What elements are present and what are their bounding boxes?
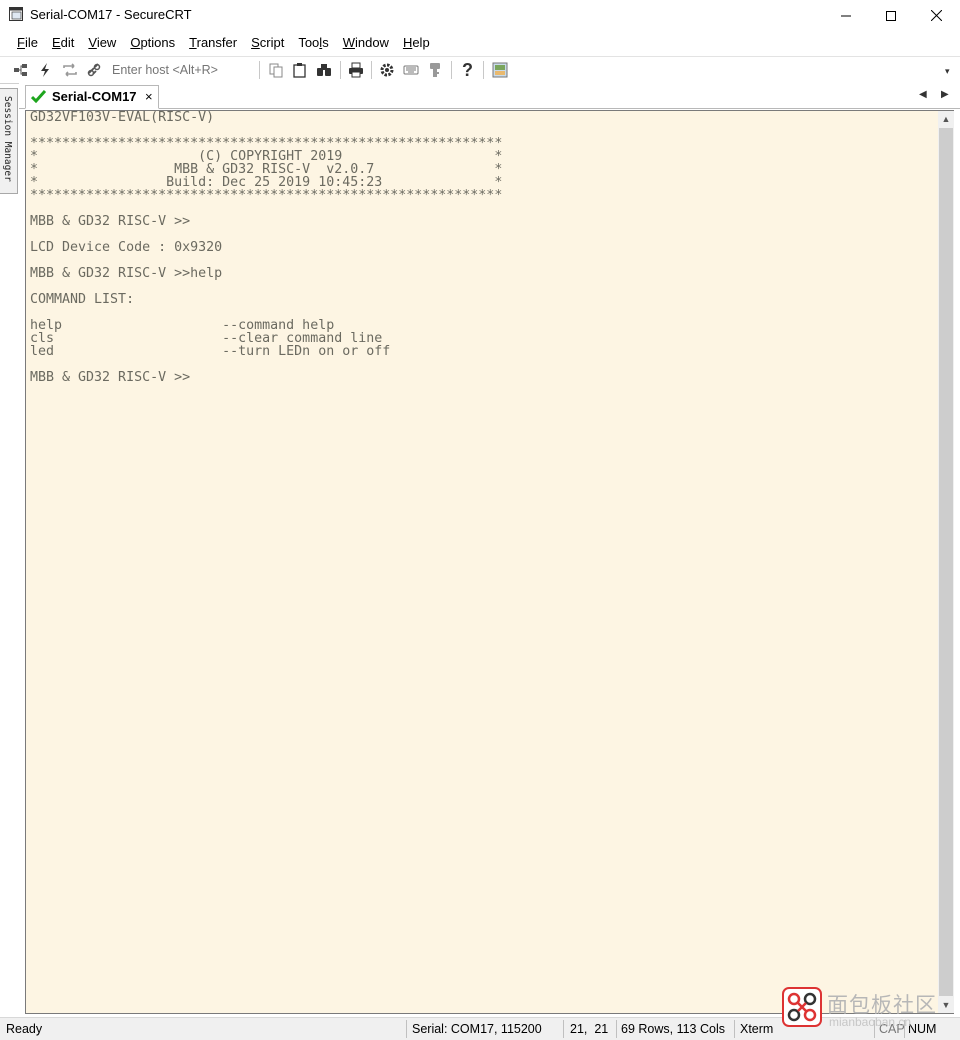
title-bar: Serial-COM17 - SecureCRT <box>0 0 960 31</box>
reconnect-icon[interactable] <box>61 61 79 79</box>
tab-serial-com17[interactable]: Serial-COM17 × <box>25 85 159 109</box>
toolbar-separator <box>340 61 341 79</box>
status-serial: Serial: COM17, 115200 <box>412 1022 542 1036</box>
svg-text:?: ? <box>462 61 473 79</box>
screen-icon[interactable] <box>491 61 509 79</box>
status-size: 69 Rows, 113 Cols <box>621 1022 725 1036</box>
tab-label: Serial-COM17 <box>52 89 137 104</box>
toolbar-overflow-button[interactable]: ▾ <box>945 66 950 77</box>
tab-scroll-right-icon[interactable]: ▶ <box>941 89 949 100</box>
menu-window[interactable]: Window <box>336 32 396 54</box>
menu-options[interactable]: Options <box>123 32 182 54</box>
tab-scroll-left-icon[interactable]: ◀ <box>919 89 927 100</box>
menu-transfer[interactable]: Transfer <box>182 32 244 54</box>
menu-script[interactable]: Script <box>244 32 291 54</box>
session-options-icon[interactable] <box>378 61 396 79</box>
close-icon <box>930 10 942 21</box>
toolbar-separator <box>451 61 452 79</box>
menu-view[interactable]: View <box>81 32 123 54</box>
connect-bar-icon[interactable] <box>12 61 30 79</box>
securecrt-app-icon[interactable] <box>9 7 23 21</box>
disconnect-icon[interactable] <box>85 61 103 79</box>
minimize-button[interactable] <box>823 0 869 31</box>
watermark-subtext: mianbaoban.cn <box>829 1015 912 1029</box>
copy-icon[interactable] <box>267 61 285 79</box>
status-separator <box>616 1020 617 1038</box>
scrollbar-thumb[interactable] <box>939 128 953 996</box>
help-icon[interactable]: ? <box>459 61 477 79</box>
maximize-icon <box>886 10 896 21</box>
maximize-button[interactable] <box>868 0 914 31</box>
terminal-output[interactable]: GD32VF103V-EVAL(RISC-V) ****************… <box>30 111 935 1011</box>
status-emulation: Xterm <box>740 1022 774 1036</box>
minimize-icon <box>841 15 851 16</box>
sftp-key-icon[interactable] <box>426 61 444 79</box>
paste-icon[interactable] <box>291 61 309 79</box>
tab-close-icon[interactable]: × <box>145 89 153 104</box>
menu-help[interactable]: Help <box>396 32 437 54</box>
session-tab-strip: Serial-COM17 × ◀ ▶ <box>19 83 960 109</box>
menu-tools[interactable]: Tools <box>291 32 335 54</box>
print-icon[interactable] <box>347 61 365 79</box>
watermark: 面包板社区 mianbaoban.cn <box>780 985 955 1031</box>
menu-file[interactable]: File <box>10 32 45 54</box>
quick-connect-icon[interactable] <box>36 61 54 79</box>
connected-check-icon <box>31 90 46 103</box>
session-manager-tab[interactable]: Session Manager <box>0 88 18 194</box>
session-manager-label: Session Manager <box>2 96 13 182</box>
toolbar-separator <box>259 61 260 79</box>
toolbar-separator <box>483 61 484 79</box>
status-ready: Ready <box>6 1022 43 1036</box>
window-title: Serial-COM17 - SecureCRT <box>30 7 192 22</box>
status-cursor-position: 21, 21 <box>570 1022 609 1036</box>
toolbar-separator <box>371 61 372 79</box>
terminal-pane[interactable]: GD32VF103V-EVAL(RISC-V) ****************… <box>25 110 954 1014</box>
host-input[interactable] <box>108 60 262 79</box>
terminal-text: GD32VF103V-EVAL(RISC-V) ****************… <box>30 111 503 385</box>
menu-edit[interactable]: Edit <box>45 32 81 54</box>
menu-bar: File Edit View Options Transfer Script Tools Wi… <box>0 31 960 55</box>
toolbar: ? ▾ <box>0 56 960 84</box>
status-separator <box>563 1020 564 1038</box>
status-separator <box>734 1020 735 1038</box>
close-window-button[interactable] <box>913 0 959 31</box>
watermark-logo-icon <box>782 987 822 1027</box>
keymap-icon[interactable] <box>402 61 420 79</box>
status-separator <box>406 1020 407 1038</box>
find-icon[interactable] <box>315 61 333 79</box>
vertical-scrollbar[interactable]: ▲ ▼ <box>938 111 954 1013</box>
scroll-up-icon[interactable]: ▲ <box>938 111 954 127</box>
